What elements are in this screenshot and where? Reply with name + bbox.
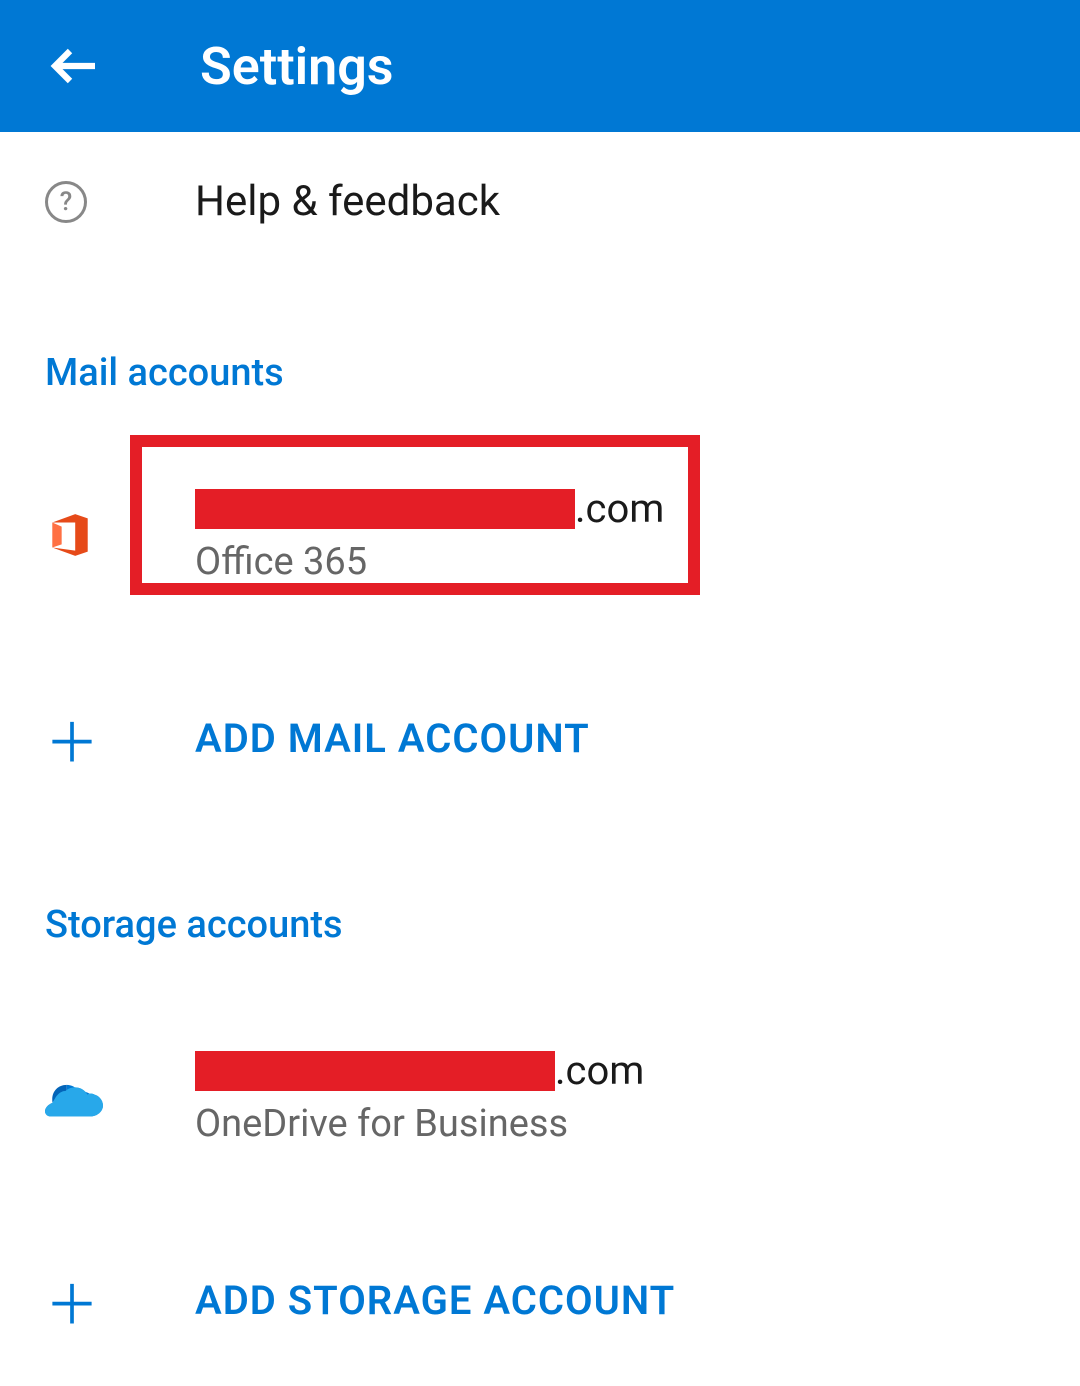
app-header: Settings xyxy=(0,0,1080,132)
add-storage-account-label: ADD STORAGE ACCOUNT xyxy=(195,1277,675,1324)
mail-account-email: .com xyxy=(195,485,664,532)
storage-accounts-section-header: Storage accounts xyxy=(0,863,1080,967)
storage-account-item[interactable]: .com OneDrive for Business xyxy=(0,1017,1080,1176)
storage-account-type: OneDrive for Business xyxy=(195,1102,644,1146)
back-button[interactable] xyxy=(45,36,105,96)
office365-icon xyxy=(45,508,95,562)
help-label: Help & feedback xyxy=(195,177,500,226)
help-feedback-row[interactable]: ? Help & feedback xyxy=(0,132,1080,271)
redaction-bar xyxy=(195,1051,555,1091)
add-mail-account-button[interactable]: ＋ ADD MAIL ACCOUNT xyxy=(0,654,1080,823)
mail-account-type: Office 365 xyxy=(195,540,664,584)
add-mail-account-label: ADD MAIL ACCOUNT xyxy=(195,715,590,762)
storage-account-email: .com xyxy=(195,1047,644,1094)
mail-account-item[interactable]: .com Office 365 xyxy=(0,455,1080,614)
onedrive-icon xyxy=(45,1077,103,1117)
redaction-bar xyxy=(195,489,575,529)
page-title: Settings xyxy=(200,36,394,97)
add-storage-account-button[interactable]: ＋ ADD STORAGE ACCOUNT xyxy=(0,1216,1080,1385)
mail-accounts-section-header: Mail accounts xyxy=(0,311,1080,415)
help-icon: ? xyxy=(45,181,87,223)
plus-icon: ＋ xyxy=(45,1261,99,1340)
plus-icon: ＋ xyxy=(45,699,99,778)
